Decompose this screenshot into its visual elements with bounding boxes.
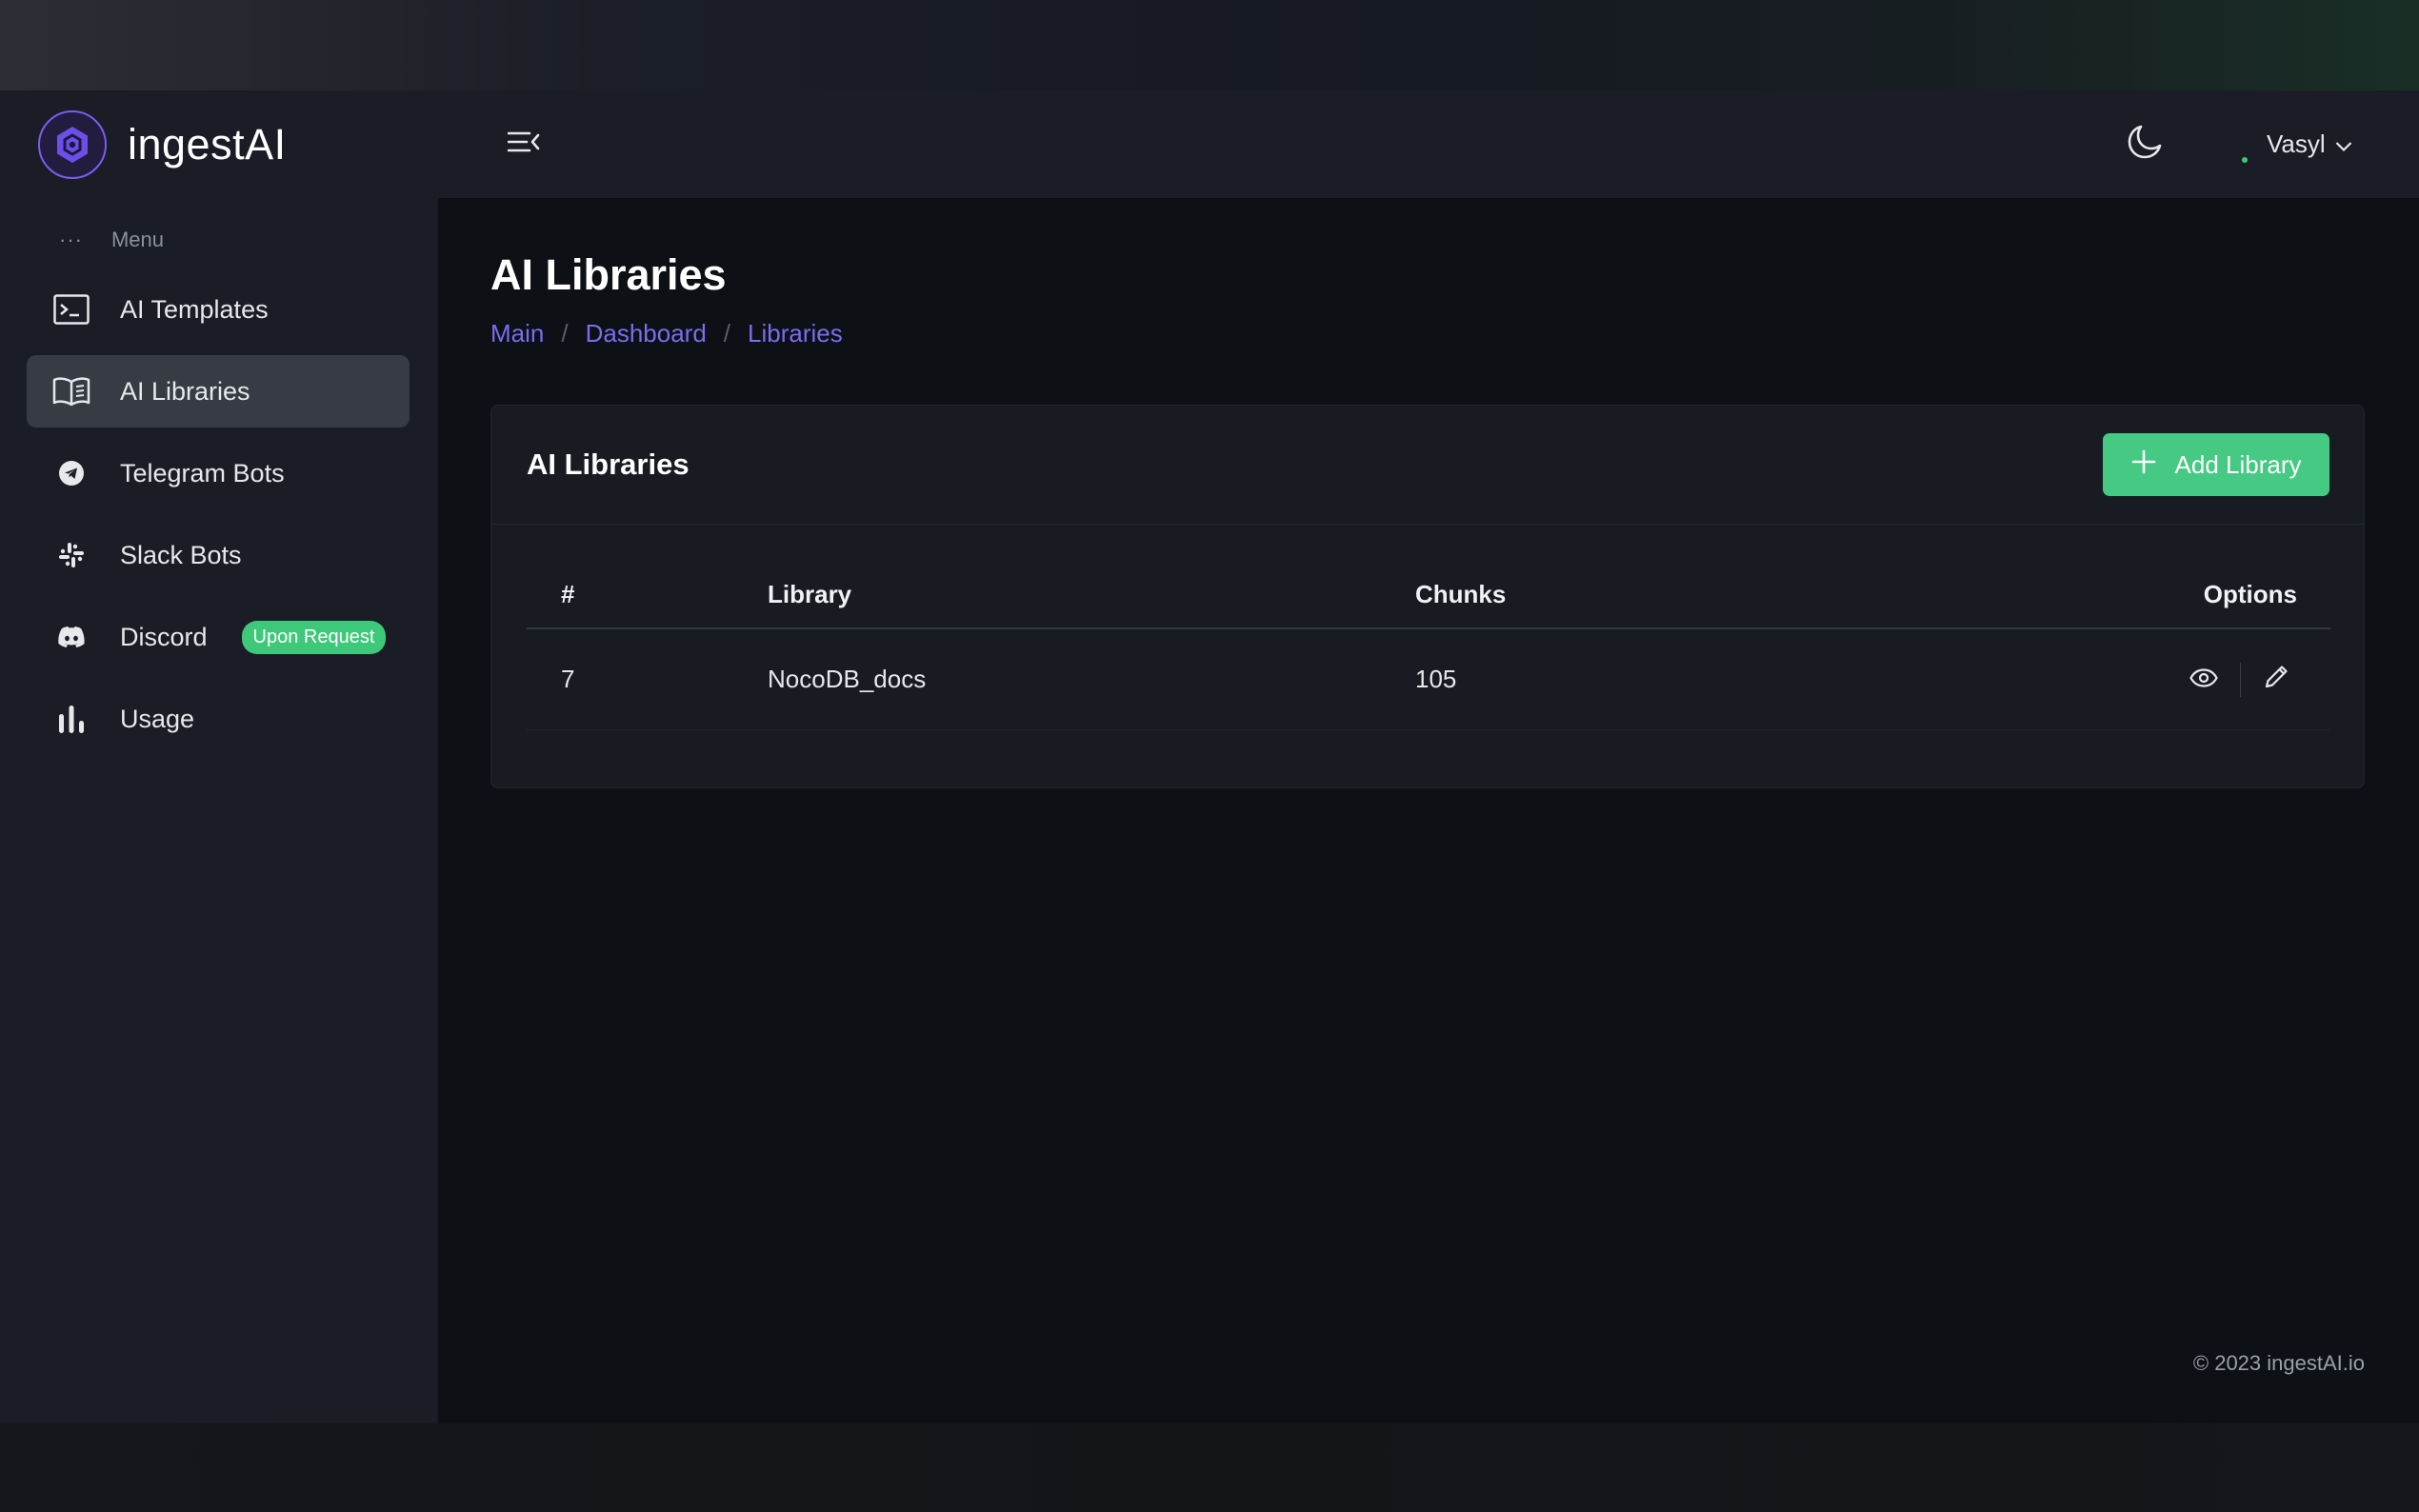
eye-icon: [2189, 665, 2218, 694]
brand-logo-icon: [38, 110, 107, 179]
column-header-chunks: Chunks: [1415, 580, 1507, 608]
add-library-label: Add Library: [2174, 449, 2302, 479]
sidebar-item-discord[interactable]: Discord Upon Request: [27, 601, 410, 673]
row-library-name: NocoDB_docs: [768, 665, 927, 693]
footer-copyright: © 2023 ingestAI.io: [2192, 1351, 2365, 1375]
moon-icon: [2127, 124, 2163, 165]
row-options: [2185, 661, 2330, 699]
sidebar-item-label: AI Libraries: [120, 376, 250, 406]
sidebar-toggle-button[interactable]: [505, 125, 543, 163]
sidebar-item-slack-bots[interactable]: Slack Bots: [27, 519, 410, 591]
telegram-icon: [51, 453, 91, 493]
edit-library-button[interactable]: [2258, 661, 2296, 699]
slack-icon: [51, 535, 91, 575]
sidebar-item-label: Telegram Bots: [120, 458, 285, 487]
row-chunks: 105: [1415, 665, 1457, 693]
options-divider: [2240, 662, 2241, 697]
table-header-row: # Library Chunks Options: [527, 570, 2330, 629]
top-backdrop: [0, 0, 2419, 90]
menu-heading: ··· Menu: [59, 228, 164, 252]
row-number: 7: [561, 665, 575, 693]
discord-icon: [51, 617, 91, 657]
brand-name: ingestAI: [128, 120, 287, 169]
view-library-button[interactable]: [2185, 661, 2223, 699]
breadcrumb-libraries[interactable]: Libraries: [748, 319, 843, 348]
add-library-button[interactable]: Add Library: [2103, 433, 2329, 496]
page-title: AI Libraries: [490, 250, 727, 299]
sidebar-item-telegram-bots[interactable]: Telegram Bots: [27, 437, 410, 509]
menu-collapse-icon: [507, 130, 540, 158]
breadcrumb-separator: /: [723, 319, 731, 348]
card-header: AI Libraries Add Library: [491, 406, 2364, 525]
sidebar-nav: AI Templates AI Libraries Telegram Bots …: [27, 273, 410, 765]
chevron-down-icon: [2335, 129, 2352, 159]
bottom-backdrop: [0, 1423, 2419, 1512]
breadcrumb-main[interactable]: Main: [490, 319, 544, 348]
menu-heading-label: Menu: [110, 228, 165, 251]
sidebar-item-usage[interactable]: Usage: [27, 683, 410, 755]
sidebar-item-ai-templates[interactable]: AI Templates: [27, 273, 410, 346]
user-name: Vasyl: [2267, 129, 2326, 158]
menu-dots-icon: ···: [59, 228, 83, 251]
plus-icon: [2131, 449, 2156, 481]
sidebar-item-label: Usage: [120, 704, 195, 733]
book-icon: [51, 371, 91, 411]
sidebar-item-label: AI Templates: [120, 294, 269, 324]
libraries-table: # Library Chunks Options 7 NocoDB_docs 1…: [527, 570, 2330, 730]
user-menu-button[interactable]: Vasyl: [2267, 125, 2352, 163]
breadcrumb-separator: /: [561, 319, 569, 348]
top-header: Vasyl: [438, 90, 2419, 198]
breadcrumb: Main / Dashboard / Libraries: [490, 319, 843, 348]
table-row: 7 NocoDB_docs 105: [527, 629, 2330, 730]
sidebar-item-ai-libraries[interactable]: AI Libraries: [27, 355, 410, 428]
sidebar: ingestAI ··· Menu AI Templates AI Librar…: [0, 90, 438, 1423]
theme-toggle-button[interactable]: [2124, 123, 2166, 165]
libraries-card: AI Libraries Add Library # Library Chunk…: [490, 405, 2365, 788]
online-status-dot: [2242, 157, 2248, 163]
app-window: ingestAI ··· Menu AI Templates AI Librar…: [0, 90, 2419, 1423]
column-header-library: Library: [768, 580, 852, 608]
bar-chart-icon: [51, 699, 91, 739]
terminal-icon: [51, 289, 91, 329]
pencil-icon: [2264, 663, 2290, 696]
sidebar-item-label: Slack Bots: [120, 540, 242, 569]
brand[interactable]: ingestAI: [38, 110, 287, 179]
upon-request-badge: Upon Request: [241, 620, 387, 654]
sidebar-item-label: Discord: [120, 622, 208, 651]
breadcrumb-dashboard[interactable]: Dashboard: [586, 319, 707, 348]
column-header-options: Options: [2203, 580, 2297, 608]
column-header-number: #: [561, 580, 575, 608]
card-title: AI Libraries: [527, 448, 690, 481]
